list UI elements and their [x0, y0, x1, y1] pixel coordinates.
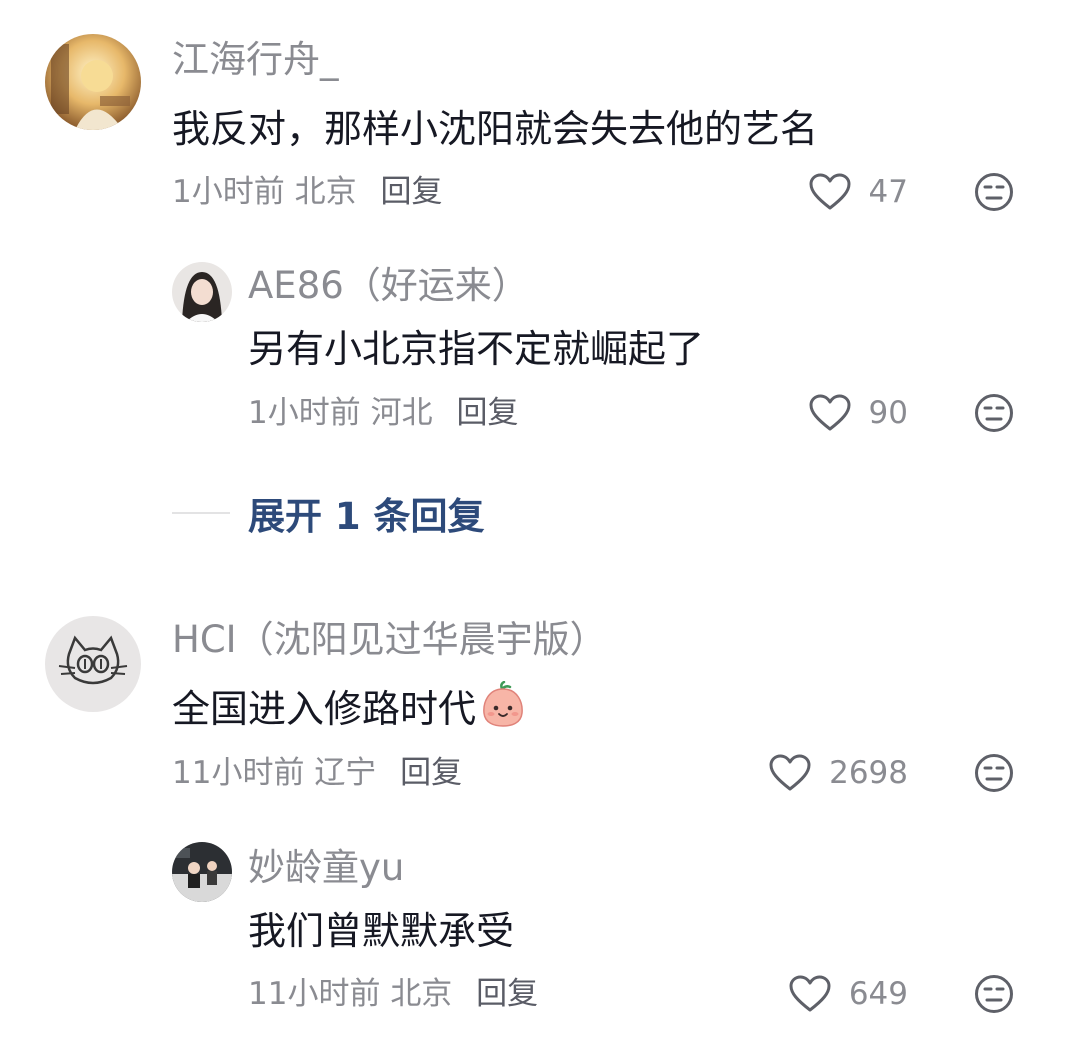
neutral-face-icon — [975, 975, 1013, 1013]
neutral-face-icon — [975, 754, 1013, 792]
like-count: 2698 — [829, 755, 908, 791]
reply-avatar[interactable] — [172, 842, 232, 902]
reply-username[interactable]: 妙龄童yu — [248, 846, 404, 890]
comment-location: 辽宁 — [314, 755, 377, 791]
reply-button[interactable]: 回复 — [400, 755, 462, 791]
comment-username[interactable]: HCI（沈阳见过华晨宇版） — [172, 618, 607, 662]
reply-meta: 11小时前 北京 回复 — [248, 974, 538, 1014]
reply-location: 北京 — [390, 976, 453, 1012]
reply-time: 11小时前 — [248, 976, 381, 1012]
like-count: 649 — [848, 976, 908, 1012]
heart-outline-icon — [769, 754, 811, 791]
comment-text-body: 全国进入修路时代 — [172, 687, 477, 731]
heart-outline-icon — [789, 975, 831, 1012]
comment-item: HCI（沈阳见过华晨宇版） 全国进入修路时代 11小时前 辽宁 回复 2698 — [0, 0, 1080, 1049]
reply-button[interactable]: 回复 — [476, 976, 538, 1012]
like-button[interactable]: 2698 — [769, 753, 908, 793]
like-button[interactable]: 649 — [789, 974, 908, 1014]
comment-text: 全国进入修路时代 — [172, 680, 526, 737]
comment-time: 11小时前 — [172, 755, 305, 791]
avatar[interactable] — [45, 616, 141, 712]
reply-text: 我们曾默默承受 — [248, 909, 515, 953]
dislike-button[interactable] — [974, 753, 1014, 793]
peach-face-emoji — [480, 680, 526, 737]
dislike-button[interactable] — [974, 974, 1014, 1014]
comment-meta: 11小时前 辽宁 回复 — [172, 753, 462, 793]
